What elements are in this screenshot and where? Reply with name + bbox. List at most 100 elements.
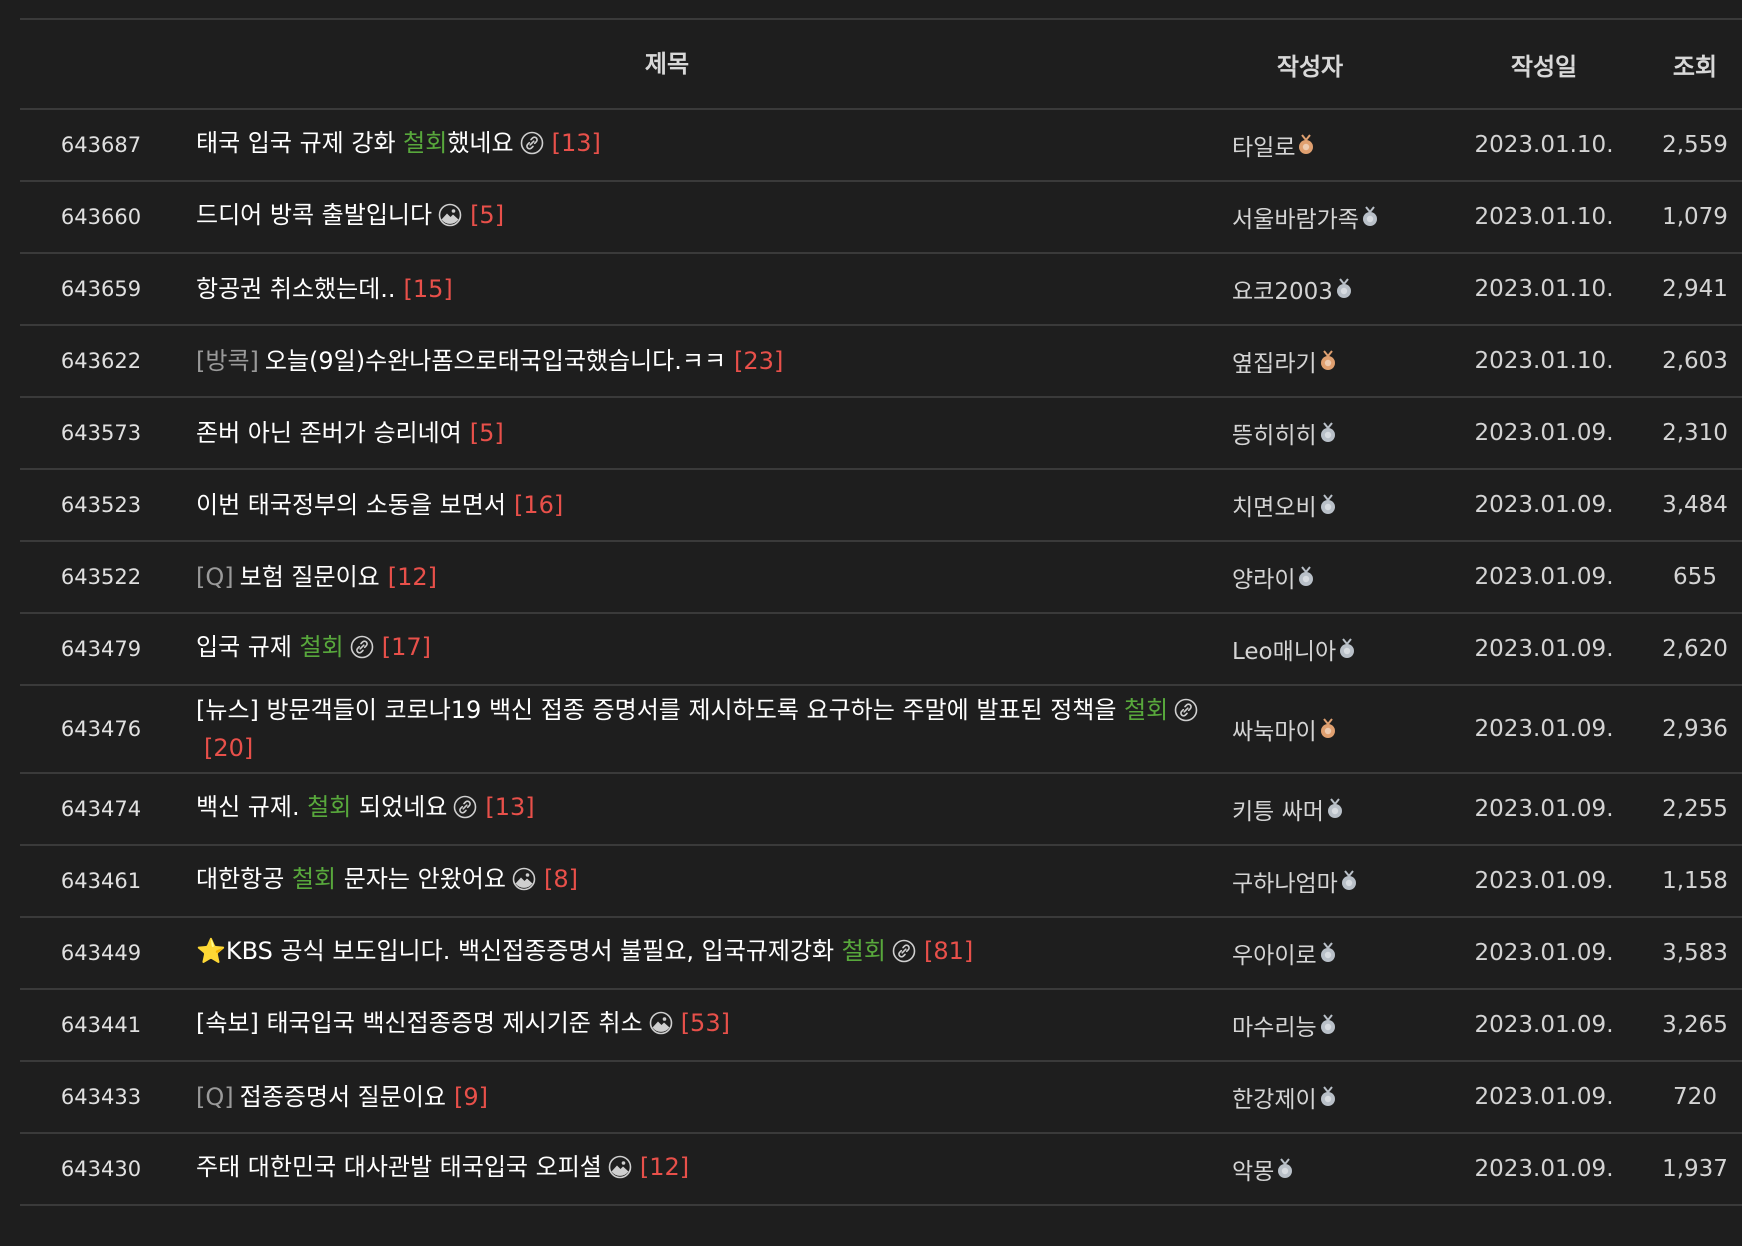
post-author[interactable]: 싸눅마이 — [1232, 712, 1458, 746]
table-row[interactable]: 643479 입국 규제 철회 [17] Leo매니아 2023.01.09. 2,620 — [20, 614, 1742, 686]
table-row[interactable]: 643433 [Q] 접종증명서 질문이요 [9] 한강제이 2023.01.09. 720 — [20, 1062, 1742, 1134]
header-author[interactable]: 작성자 — [1232, 47, 1458, 82]
table-row[interactable]: 643474 백신 규제. 철회 되었네요 [13] 키틍 싸머 2023.01.09.… — [20, 774, 1742, 846]
author-name[interactable]: 키틍 싸머 — [1232, 792, 1324, 826]
table-row[interactable]: 643449 ⭐KBS 공식 보도입니다. 백신접종증명서 불필요, 입국규제강화… — [20, 918, 1742, 990]
comment-count[interactable]: [16] — [514, 491, 563, 519]
comment-count[interactable]: [13] — [552, 129, 601, 157]
post-title-text[interactable]: 접종증명서 질문이요 — [240, 1083, 446, 1111]
table-row[interactable]: 643476 [뉴스] 방문객들이 코로나19 백신 접종 증명서를 제시하도록 … — [20, 686, 1742, 774]
table-row[interactable]: 643522 [Q] 보험 질문이요 [12] 양라이 2023.01.09. 655 — [20, 542, 1742, 614]
author-name[interactable]: 서울바람가족 — [1232, 200, 1359, 234]
post-title-text-end[interactable]: 되었네요 — [351, 793, 447, 821]
comment-count[interactable]: [5] — [470, 419, 504, 447]
post-title[interactable]: [속보] 태국입국 백신접종증명 제시기준 취소 [53] — [182, 1006, 1232, 1044]
comment-count[interactable]: [17] — [382, 633, 431, 661]
post-title[interactable]: 백신 규제. 철회 되었네요 [13] — [182, 790, 1232, 828]
post-title[interactable]: 존버 아닌 존버가 승리네여 [5] — [182, 416, 1232, 450]
header-views[interactable]: 조회 — [1630, 47, 1742, 82]
post-title-highlight[interactable]: 철회 — [307, 793, 351, 821]
post-title-highlight[interactable]: 철회 — [1124, 696, 1168, 724]
post-title-text[interactable]: 백신 규제. — [196, 793, 307, 821]
author-name[interactable]: 치면오비 — [1232, 488, 1317, 522]
post-title[interactable]: [Q] 보험 질문이요 [12] — [182, 560, 1232, 594]
comment-count[interactable]: [12] — [388, 563, 437, 591]
author-name[interactable]: 악몽 — [1232, 1152, 1274, 1186]
comment-count[interactable]: [8] — [544, 865, 578, 893]
post-title-text[interactable]: 항공권 취소했는데.. — [196, 275, 396, 303]
author-name[interactable]: 한강제이 — [1232, 1080, 1317, 1114]
post-title-text-end[interactable]: 했네요 — [447, 129, 513, 157]
post-author[interactable]: 뜽히히히 — [1232, 416, 1458, 450]
comment-count[interactable]: [5] — [470, 201, 504, 229]
post-title[interactable]: 이번 태국정부의 소동을 보면서 [16] — [182, 488, 1232, 522]
post-author[interactable]: 타일로 — [1232, 128, 1458, 162]
author-name[interactable]: 마수리능 — [1232, 1008, 1317, 1042]
post-title[interactable]: 태국 입국 규제 강화 철회했네요 [13] — [182, 126, 1232, 164]
post-title[interactable]: 입국 규제 철회 [17] — [182, 630, 1232, 668]
table-row[interactable]: 643687 태국 입국 규제 강화 철회했네요 [13] 타일로 2023.01.10… — [20, 110, 1742, 182]
post-author[interactable]: 양라이 — [1232, 560, 1458, 594]
author-name[interactable]: Leo매니아 — [1232, 632, 1336, 666]
post-title-highlight[interactable]: 철회 — [403, 129, 447, 157]
header-title[interactable]: 제목 — [182, 47, 1232, 81]
post-title[interactable]: 드디어 방콕 출발입니다 [5] — [182, 198, 1232, 236]
table-row[interactable]: 643660 드디어 방콕 출발입니다 [5] 서울바람가족 2023.01.10. 1,… — [20, 182, 1742, 254]
post-author[interactable]: 한강제이 — [1232, 1080, 1458, 1114]
post-title[interactable]: [Q] 접종증명서 질문이요 [9] — [182, 1080, 1232, 1114]
author-name[interactable]: 요코2003 — [1232, 272, 1333, 306]
post-title-highlight[interactable]: 철회 — [842, 937, 886, 965]
comment-count[interactable]: [23] — [734, 347, 783, 375]
post-author[interactable]: 악몽 — [1232, 1152, 1458, 1186]
table-row[interactable]: 643659 항공권 취소했는데.. [15] 요코2003 2023.01.10. 2,… — [20, 254, 1742, 326]
table-row[interactable]: 643461 대한항공 철회 문자는 안왔어요 [8] 구하나엄마 2023.01.09… — [20, 846, 1742, 918]
post-title-text[interactable]: 보험 질문이요 — [240, 563, 380, 591]
post-author[interactable]: Leo매니아 — [1232, 632, 1458, 666]
comment-count[interactable]: [20] — [204, 734, 253, 762]
comment-count[interactable]: [15] — [404, 275, 453, 303]
post-title-highlight[interactable]: 철회 — [292, 865, 336, 893]
author-name[interactable]: 싸눅마이 — [1232, 712, 1317, 746]
author-name[interactable]: 구하나엄마 — [1232, 864, 1338, 898]
comment-count[interactable]: [12] — [640, 1153, 689, 1181]
post-title-text[interactable]: 입국 규제 — [196, 633, 300, 661]
post-title[interactable]: [뉴스] 방문객들이 코로나19 백신 접종 증명서를 제시하도록 요구하는 주… — [182, 693, 1232, 765]
post-author[interactable]: 우아이로 — [1232, 936, 1458, 970]
post-title-text-end[interactable]: 문자는 안왔어요 — [336, 865, 506, 893]
post-author[interactable]: 마수리능 — [1232, 1008, 1458, 1042]
post-title-text[interactable]: 이번 태국정부의 소동을 보면서 — [196, 491, 506, 519]
post-title[interactable]: 대한항공 철회 문자는 안왔어요 [8] — [182, 862, 1232, 900]
post-title-text[interactable]: 존버 아닌 존버가 승리네여 — [196, 419, 462, 447]
post-title[interactable]: 주태 대한민국 대사관발 태국입국 오피셜 [12] — [182, 1150, 1232, 1188]
post-title[interactable]: [방콕] 오늘(9일)수완나폼으로태국입국했습니다.ㅋㅋ [23] — [182, 344, 1232, 378]
table-row[interactable]: 643430 주태 대한민국 대사관발 태국입국 오피셜 [12] 악몽 2023.01… — [20, 1134, 1742, 1206]
post-title-text[interactable]: 드디어 방콕 출발입니다 — [196, 201, 432, 229]
post-title-text[interactable]: [속보] 태국입국 백신접종증명 제시기준 취소 — [196, 1009, 643, 1037]
post-author[interactable]: 옆집라기 — [1232, 344, 1458, 378]
comment-count[interactable]: [13] — [485, 793, 534, 821]
post-title-text[interactable]: [뉴스] 방문객들이 코로나19 백신 접종 증명서를 제시하도록 요구하는 주… — [196, 696, 1124, 724]
author-name[interactable]: 양라이 — [1232, 560, 1295, 594]
comment-count[interactable]: [81] — [924, 937, 973, 965]
post-title-text[interactable]: 오늘(9일)수완나폼으로태국입국했습니다.ㅋㅋ — [265, 347, 726, 375]
post-author[interactable]: 치면오비 — [1232, 488, 1458, 522]
header-date[interactable]: 작성일 — [1458, 47, 1630, 82]
post-title[interactable]: 항공권 취소했는데.. [15] — [182, 272, 1232, 306]
post-title-text[interactable]: 태국 입국 규제 강화 — [196, 129, 403, 157]
author-name[interactable]: 뜽히히히 — [1232, 416, 1317, 450]
post-title-text[interactable]: 주태 대한민국 대사관발 태국입국 오피셜 — [196, 1153, 602, 1181]
post-author[interactable]: 구하나엄마 — [1232, 864, 1458, 898]
table-row[interactable]: 643622 [방콕] 오늘(9일)수완나폼으로태국입국했습니다.ㅋㅋ [23] 옆집라… — [20, 326, 1742, 398]
post-title-text[interactable]: ⭐KBS 공식 보도입니다. 백신접종증명서 불필요, 입국규제강화 — [196, 937, 842, 965]
comment-count[interactable]: [9] — [454, 1083, 488, 1111]
author-name[interactable]: 우아이로 — [1232, 936, 1317, 970]
table-row[interactable]: 643523 이번 태국정부의 소동을 보면서 [16] 치면오비 2023.01.09… — [20, 470, 1742, 542]
table-row[interactable]: 643573 존버 아닌 존버가 승리네여 [5] 뜽히히히 2023.01.09. 2,… — [20, 398, 1742, 470]
post-author[interactable]: 요코2003 — [1232, 272, 1458, 306]
table-row[interactable]: 643441 [속보] 태국입국 백신접종증명 제시기준 취소 [53] 마수리능 20… — [20, 990, 1742, 1062]
post-author[interactable]: 서울바람가족 — [1232, 200, 1458, 234]
author-name[interactable]: 옆집라기 — [1232, 344, 1317, 378]
comment-count[interactable]: [53] — [681, 1009, 730, 1037]
post-author[interactable]: 키틍 싸머 — [1232, 792, 1458, 826]
post-title-highlight[interactable]: 철회 — [300, 633, 344, 661]
